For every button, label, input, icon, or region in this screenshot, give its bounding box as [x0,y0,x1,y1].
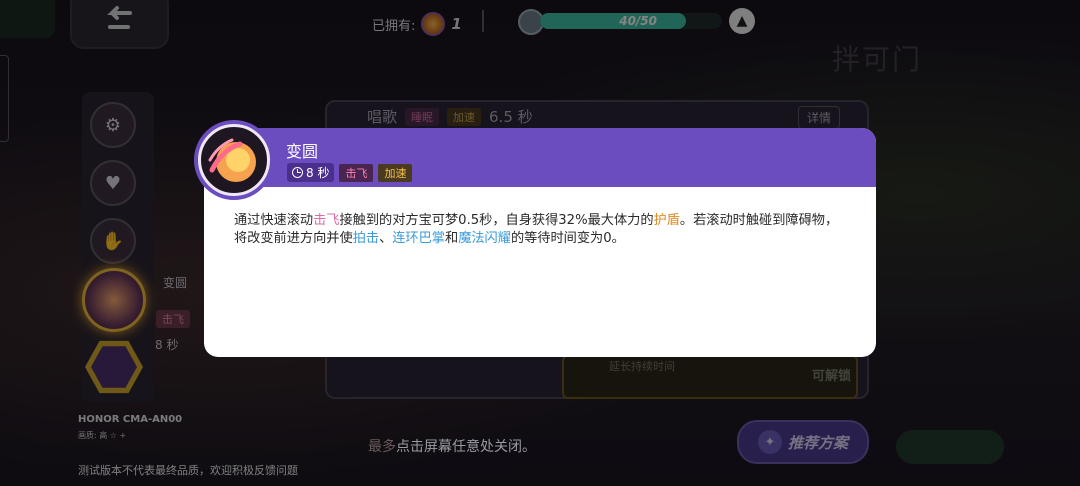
rollout-move-icon [198,124,270,196]
desc-text: 接触到的对方宝可梦0.5秒，自身获得32%最大体力的 [339,213,654,228]
keyword-dazzling-gleam: 魔法闪耀 [458,231,511,246]
close-hint-text: 点击屏幕任意处关闭。 [396,439,536,455]
move-description: 通过快速滚动击飞接触到的对方宝可梦0.5秒，自身获得32%最大体力的护盾。若滚动… [234,212,846,248]
move-tags: 8 秒 击飞 加速 [287,163,413,182]
modal-move-name: 变圆 [286,142,319,161]
keyword-pound: 拍击 [352,231,380,246]
tag-knockup: 击飞 [339,163,374,182]
clock-icon [292,167,303,178]
cooldown-time: 8 秒 [306,166,330,180]
desc-text: 和 [445,231,459,246]
tag-speed: 加速 [378,163,413,182]
desc-text: 通过快速滚动 [234,213,314,228]
close-hint: 最多点击屏幕任意处关闭。 [368,436,536,456]
keyword-double-slap: 连环巴掌 [392,231,445,246]
cooldown-badge: 8 秒 [287,163,335,182]
desc-text: 的等待时间变为0。 [510,231,625,246]
close-hint-prefix: 最多 [368,439,396,455]
move-avatar [194,120,274,200]
keyword-knockup: 击飞 [313,213,340,228]
desc-text: 、 [379,231,393,246]
keyword-shield: 护盾 [653,213,680,228]
